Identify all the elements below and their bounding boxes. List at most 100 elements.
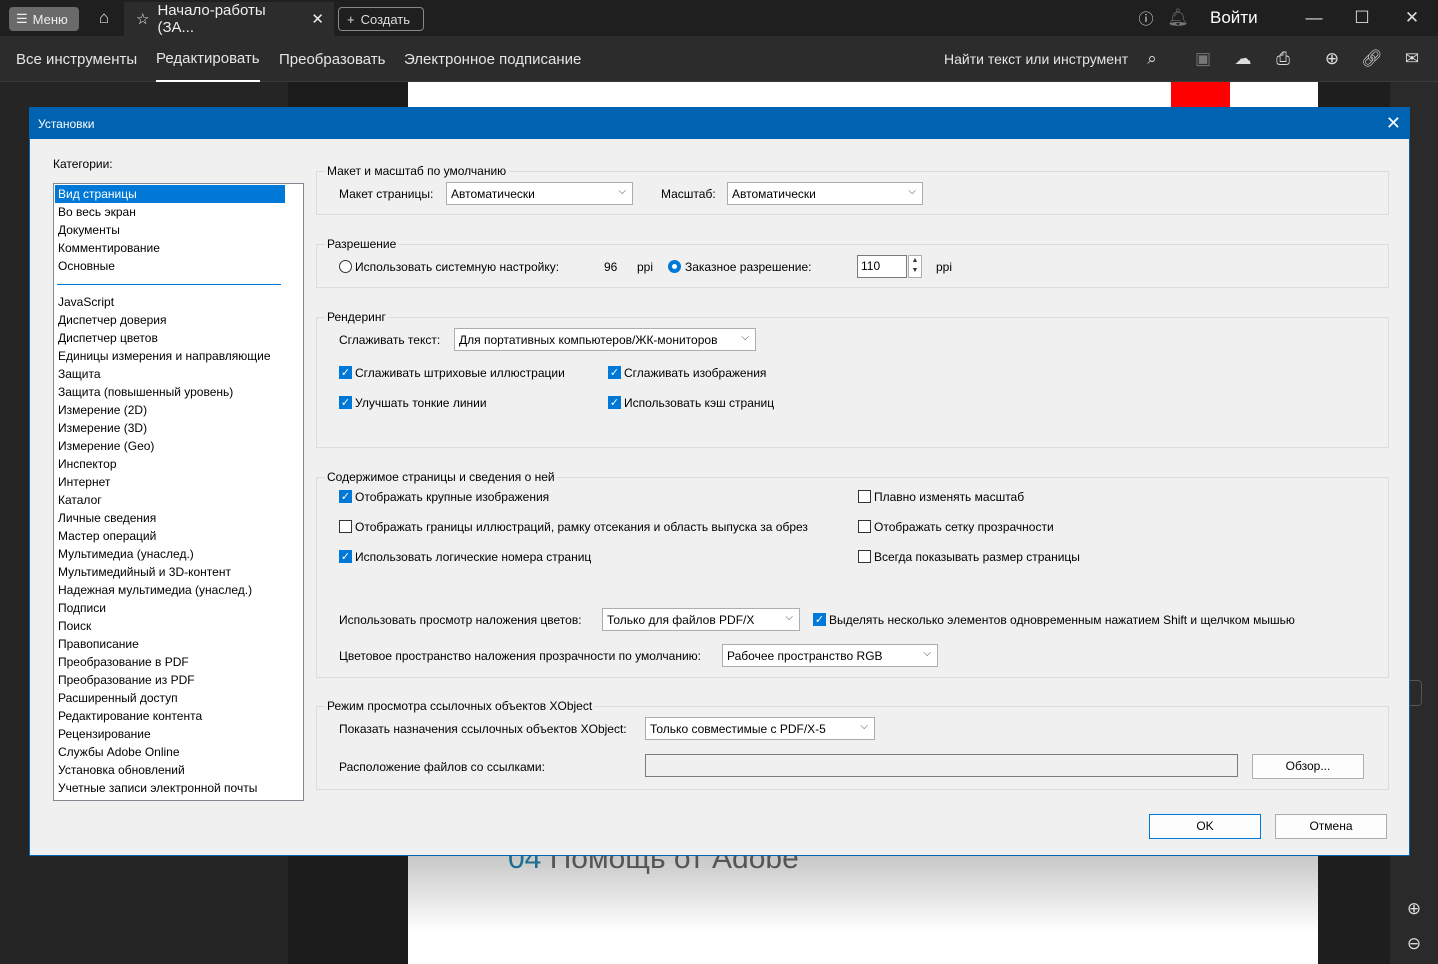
category-item[interactable]: Интернет xyxy=(55,473,285,491)
cloud-upload-icon[interactable]: ☁ xyxy=(1231,47,1255,71)
checkbox[interactable]: ✓ xyxy=(339,490,352,503)
dialog-close-icon[interactable]: ✕ xyxy=(1386,113,1401,134)
dialog-title-bar: Установки xyxy=(30,108,1409,139)
category-item[interactable]: Службы Adobe Online xyxy=(55,743,285,761)
print-icon[interactable]: ⎙ xyxy=(1271,47,1295,71)
bell-icon[interactable]: 🔔︎ xyxy=(1166,6,1190,30)
menu-button[interactable]: ☰ Меню xyxy=(9,7,79,31)
category-item[interactable]: Вид страницы xyxy=(55,185,285,203)
close-tab-icon[interactable]: ✕ xyxy=(311,10,324,28)
help-icon[interactable]: ⓘ xyxy=(1134,6,1158,30)
category-item[interactable]: Измерение (2D) xyxy=(55,401,285,419)
category-item[interactable]: Мультимедиа (унаслед.) xyxy=(55,545,285,563)
star-icon[interactable]: ☆ xyxy=(136,10,149,28)
tab-title: Начало-работы (ЗА... xyxy=(157,2,266,36)
category-item[interactable]: Подписи xyxy=(55,599,285,617)
category-item[interactable]: Во весь экран xyxy=(55,203,285,221)
overprint-label: Использовать просмотр наложения цветов: xyxy=(339,613,582,627)
category-item[interactable]: Надежная мультимедиа (унаслед.) xyxy=(55,581,285,599)
category-item[interactable]: Измерение (Geo) xyxy=(55,437,285,455)
smooth-text-label: Сглаживать текст: xyxy=(339,333,441,347)
category-item[interactable]: Поиск xyxy=(55,617,285,635)
checkbox[interactable] xyxy=(339,520,352,533)
home-icon[interactable]: ⌂ xyxy=(92,6,116,30)
category-item[interactable]: Личные сведения xyxy=(55,509,285,527)
custom-resolution-input[interactable]: 110 xyxy=(857,255,907,278)
minimize-icon[interactable]: — xyxy=(1302,6,1326,30)
checkbox[interactable] xyxy=(858,520,871,533)
zoom-in-icon[interactable]: ⊕ xyxy=(1402,897,1426,921)
checkbox[interactable]: ✓ xyxy=(339,550,352,563)
checkbox-label: Плавно изменять масштаб xyxy=(874,490,1025,504)
xobject-show-select[interactable]: Только совместимые с PDF/X-5 ⌵ xyxy=(645,717,875,740)
custom-resolution-radio[interactable] xyxy=(668,260,681,273)
system-resolution-radio[interactable] xyxy=(339,260,352,273)
categories-list[interactable]: Вид страницы Во весь экран Документы Коммен… xyxy=(53,183,304,801)
category-item[interactable]: Защита (повышенный уровень) xyxy=(55,383,285,401)
zoom-select[interactable]: Автоматически ⌵ xyxy=(727,182,923,205)
sign-in-button[interactable]: Войти xyxy=(1210,8,1258,28)
maximize-icon[interactable]: ☐ xyxy=(1350,6,1374,30)
category-item[interactable]: Рецензирование xyxy=(55,725,285,743)
save-icon[interactable]: ▣ xyxy=(1191,47,1215,71)
resolution-group-title: Разрешение xyxy=(325,237,399,251)
category-item[interactable]: Диспетчер цветов xyxy=(55,329,285,347)
xobject-group-title: Режим просмотра ссылочных объектов XObje… xyxy=(325,699,595,713)
category-item[interactable]: Защита xyxy=(55,365,285,383)
nav-convert[interactable]: Преобразовать xyxy=(279,36,385,82)
category-item[interactable]: Единицы измерения и направляющие xyxy=(55,347,285,365)
category-item[interactable]: Установка обновлений xyxy=(55,761,285,779)
category-item[interactable]: Комментирование xyxy=(55,239,285,257)
zoom-out-icon[interactable]: ⊖ xyxy=(1402,932,1426,956)
nav-edit[interactable]: Редактировать xyxy=(156,36,260,82)
ppi-label: ppi xyxy=(936,260,953,274)
ok-button[interactable]: OK xyxy=(1149,814,1261,839)
link-location-input[interactable] xyxy=(645,754,1238,777)
share-user-icon[interactable]: ⊕ xyxy=(1320,47,1344,71)
category-item[interactable]: Учетные записи электронной почты xyxy=(55,779,285,797)
category-item[interactable]: Каталог xyxy=(55,491,285,509)
email-icon[interactable]: ✉ xyxy=(1400,47,1424,71)
category-item[interactable]: Мастер операций xyxy=(55,527,285,545)
shift-select-label: Выделять несколько элементов одновременн… xyxy=(829,613,1295,627)
checkbox[interactable]: ✓ xyxy=(608,366,621,379)
shift-select-checkbox[interactable]: ✓ xyxy=(813,613,826,626)
cancel-button[interactable]: Отмена xyxy=(1275,814,1387,839)
blend-space-label: Цветовое пространство наложения прозрачн… xyxy=(339,649,701,663)
checkbox[interactable] xyxy=(858,490,871,503)
checkbox[interactable] xyxy=(858,550,871,563)
checkbox-label: Использовать кэш страниц xyxy=(624,396,775,410)
nav-e-sign[interactable]: Электронное подписание xyxy=(404,36,581,82)
page-layout-select[interactable]: Автоматически ⌵ xyxy=(446,182,633,205)
browse-button[interactable]: Обзор... xyxy=(1252,754,1364,779)
category-item[interactable]: Основные xyxy=(55,257,285,275)
resolution-spinner[interactable]: ▲ ▼ xyxy=(908,255,922,278)
category-item[interactable]: Преобразование из PDF xyxy=(55,671,285,689)
category-item[interactable]: Документы xyxy=(55,221,285,239)
chevron-down-icon: ⌵ xyxy=(618,186,626,197)
checkbox[interactable]: ✓ xyxy=(339,396,352,409)
smooth-text-select[interactable]: Для портативных компьютеров/ЖК-мониторов… xyxy=(454,328,756,351)
category-item[interactable]: Преобразование в PDF xyxy=(55,653,285,671)
checkbox[interactable]: ✓ xyxy=(608,396,621,409)
close-window-icon[interactable]: ✕ xyxy=(1400,6,1424,30)
checkbox[interactable]: ✓ xyxy=(339,366,352,379)
category-item[interactable]: Инспектор xyxy=(55,455,285,473)
category-item[interactable]: Правописание xyxy=(55,635,285,653)
custom-resolution-label: Заказное разрешение: xyxy=(685,260,812,274)
overprint-select[interactable]: Только для файлов PDF/X ⌵ xyxy=(602,608,800,631)
document-tab[interactable]: ☆ Начало-работы (ЗА... ✕ xyxy=(124,2,334,36)
category-item[interactable]: Диспетчер доверия xyxy=(55,311,285,329)
blend-space-select[interactable]: Рабочее пространство RGB ⌵ xyxy=(722,644,938,667)
checkbox-label: Сглаживать штриховые иллюстрации xyxy=(355,366,565,380)
create-button[interactable]: + Создать xyxy=(338,7,424,31)
category-item[interactable]: Мультимедийный и 3D-контент xyxy=(55,563,285,581)
category-item[interactable]: Редактирование контента xyxy=(55,707,285,725)
nav-all-tools[interactable]: Все инструменты xyxy=(16,36,137,82)
search-icon[interactable]: ⌕ xyxy=(1140,47,1164,71)
search-tools[interactable]: Найти текст или инструмент xyxy=(944,36,1128,82)
category-item[interactable]: Расширенный доступ xyxy=(55,689,285,707)
category-item[interactable]: JavaScript xyxy=(55,293,285,311)
category-item[interactable]: Измерение (3D) xyxy=(55,419,285,437)
link-icon[interactable]: 🔗︎ xyxy=(1360,47,1384,71)
